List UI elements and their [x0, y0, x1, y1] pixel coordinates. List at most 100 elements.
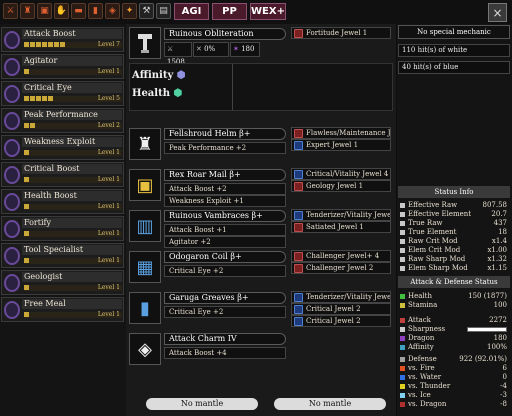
divider	[232, 64, 233, 110]
armor-name: Rex Roar Mail β+	[164, 169, 286, 181]
hammer-icon[interactable]: ⚒	[139, 3, 154, 19]
helm-icon[interactable]: ♜	[20, 3, 35, 19]
armor-jewel[interactable]: Flawless/Maintenance Je	[291, 127, 391, 139]
armor-slot[interactable]: ▦	[129, 251, 161, 283]
armor-jewel[interactable]: Critical/Vitality Jewel 4	[291, 168, 391, 180]
skill-level: Level 1	[97, 230, 120, 237]
stat-icon	[400, 266, 405, 271]
stat-icon	[400, 248, 405, 253]
level-pip	[30, 42, 35, 47]
weapon-attack: ⚔ 1508	[164, 42, 192, 66]
weapon-element: ✶ 180	[230, 42, 260, 57]
stat-value: -3	[500, 391, 507, 399]
skill-row[interactable]: Geologist Level 1	[1, 270, 124, 295]
note-icon: ⬢	[173, 88, 183, 99]
pp-button[interactable]: PP	[212, 3, 247, 20]
weapon-icon[interactable]: ⚔	[3, 3, 18, 19]
weapon-jewel[interactable]: Fortitude Jewel 1	[291, 27, 391, 39]
skill-row[interactable]: Tool Specialist Level 1	[1, 243, 124, 268]
skill-name: Peak Performance	[22, 110, 122, 120]
stat-icon	[400, 375, 405, 380]
song-affinity: Affinity ⬢	[132, 70, 186, 81]
decoration-slot-icon	[294, 305, 303, 314]
jewel-label: Tenderizer/Vitality Jewe	[306, 211, 391, 219]
weapon-slot[interactable]	[129, 27, 161, 59]
agi-button[interactable]: AGI	[174, 3, 209, 20]
armor-jewel[interactable]: Critical Jewel 2	[291, 303, 391, 315]
waist-icon: ▦	[136, 256, 154, 278]
armor-slot[interactable]: ♜	[129, 128, 161, 160]
armor-jewel[interactable]: Tenderizer/Vitality Jewe	[291, 209, 391, 221]
stat-icon	[400, 318, 405, 323]
decoration-slot-icon	[294, 223, 303, 232]
stat-value: 180	[493, 334, 507, 342]
decoration-slot-icon	[294, 182, 303, 191]
armor-skill: Agitator +2	[164, 236, 286, 248]
armor-jewel[interactable]: Satiated Jewel 1	[291, 221, 391, 233]
close-button[interactable]: ×	[488, 3, 507, 22]
skill-row[interactable]: Free Meal Level 1	[1, 297, 124, 322]
skill-name: Tool Specialist	[22, 245, 122, 255]
armor-jewel[interactable]: Expert Jewel 1	[291, 139, 391, 151]
level-pip	[42, 42, 47, 47]
chest-icon[interactable]: ▣	[37, 3, 52, 19]
armor-jewel[interactable]: Geology Jewel 1	[291, 180, 391, 192]
waist-icon[interactable]: ▬	[71, 3, 86, 19]
decoration-slot-icon	[294, 264, 303, 273]
armor-jewel[interactable]: Challenger Jewel 2	[291, 262, 391, 274]
stat-value: 437	[493, 219, 507, 227]
fire-element-icon[interactable]: ✦	[122, 3, 137, 19]
armor-slot[interactable]: ▥	[129, 210, 161, 242]
stat-icon	[400, 357, 405, 362]
skill-row[interactable]: Critical Boost Level 1	[1, 162, 124, 187]
jewel-label: Critical Jewel 2	[306, 305, 361, 313]
wex-button[interactable]: WEX+	[250, 3, 286, 20]
ad-row: vs. Dragon -8	[399, 400, 509, 409]
mantle-slot-1[interactable]: No mantle	[146, 398, 258, 410]
ad-row: Affinity 100%	[399, 343, 509, 352]
status-row: Elem Crit Mod x1.00	[399, 246, 509, 255]
book-icon[interactable]: ▤	[156, 3, 171, 19]
armor-jewel[interactable]: Tenderizer/Vitality Jewe	[291, 291, 391, 303]
hit-count-white: 110 hit(s) of white	[398, 44, 510, 57]
jewel-label: Tenderizer/Vitality Jewe	[306, 293, 391, 301]
skill-name: Health Boost	[22, 191, 122, 201]
stat-value: 150 (1877)	[468, 292, 507, 300]
skill-level: Level 5	[97, 95, 120, 102]
mantle-slot-2[interactable]: No mantle	[274, 398, 386, 410]
level-pip	[24, 258, 29, 263]
armor-jewel[interactable]: Challenger Jewel+ 4	[291, 250, 391, 262]
weapon-affinity: ✕ 0%	[193, 42, 229, 57]
decoration-icon	[4, 247, 20, 265]
skill-row[interactable]: Health Boost Level 1	[1, 189, 124, 214]
skill-row[interactable]: Critical Eye Level 5	[1, 81, 124, 106]
dragon-element-icon: ✶	[233, 45, 242, 53]
armor-jewel[interactable]: Critical Jewel 2	[291, 315, 391, 327]
charm-icon[interactable]: ◈	[105, 3, 120, 19]
skill-row[interactable]: Agitator Level 1	[1, 54, 124, 79]
stat-label: True Element	[408, 228, 457, 236]
stat-icon	[400, 393, 405, 398]
skill-row[interactable]: Peak Performance Level 2	[1, 108, 124, 133]
stat-icon	[400, 303, 405, 308]
leg-icon[interactable]: ▮	[88, 3, 103, 19]
level-pip	[24, 231, 29, 236]
skill-row[interactable]: Fortify Level 1	[1, 216, 124, 241]
skill-row[interactable]: Weakness Exploit Level 1	[1, 135, 124, 160]
weapon-name: Ruinous Obliteration	[164, 28, 286, 40]
stat-value: x1.00	[487, 246, 507, 254]
armor-slot[interactable]: ▮	[129, 292, 161, 324]
armor-slot[interactable]: ▣	[129, 169, 161, 201]
level-pip	[48, 42, 53, 47]
level-pip	[24, 285, 29, 290]
arm-icon[interactable]: ✋	[54, 3, 69, 19]
armor-slot[interactable]: ◈	[129, 333, 161, 365]
skill-name: Fortify	[22, 218, 122, 228]
jewel-label: Critical Jewel 2	[306, 317, 361, 325]
skill-row[interactable]: Attack Boost Level 7	[1, 27, 124, 52]
level-pip	[54, 42, 59, 47]
stat-value: 0	[502, 373, 507, 381]
stat-label: Raw Sharp Mod	[408, 255, 466, 263]
stat-value: 922 (92.01%)	[459, 355, 507, 363]
ad-row: vs. Thunder -4	[399, 382, 509, 391]
